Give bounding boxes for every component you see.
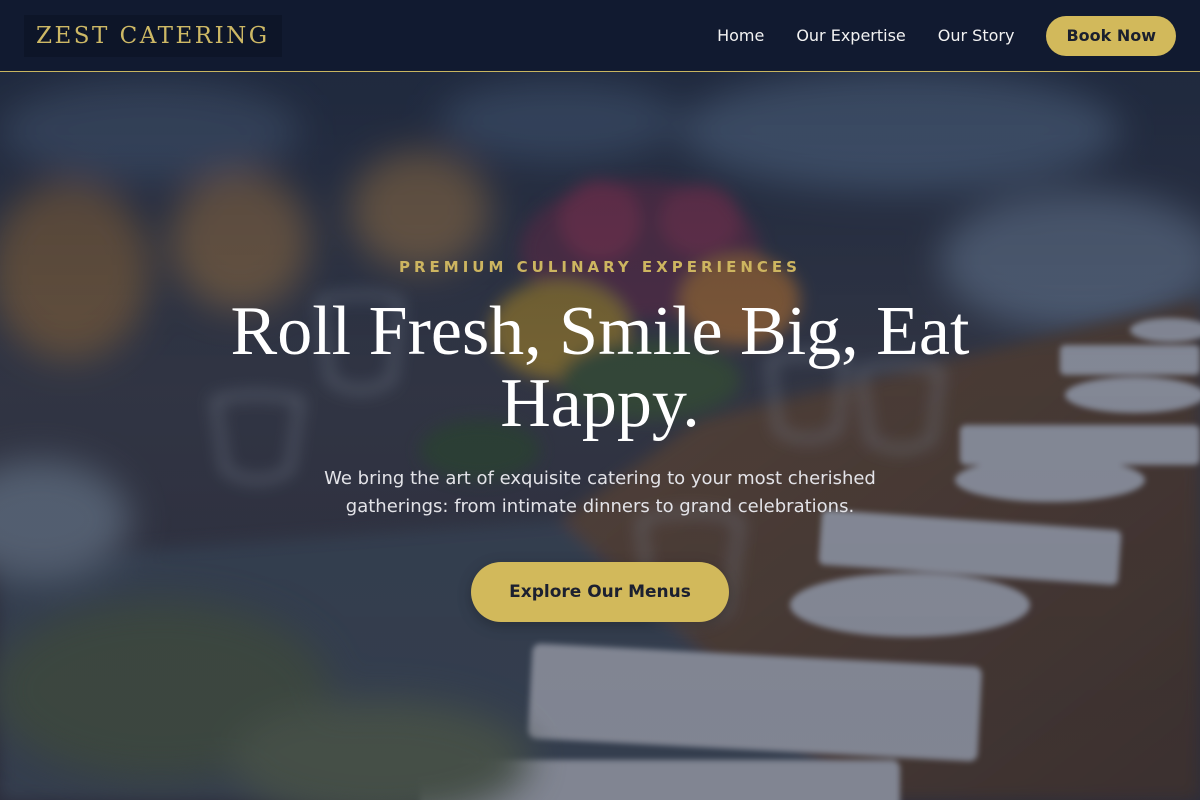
explore-menus-button[interactable]: Explore Our Menus xyxy=(471,562,729,622)
nav-link-home[interactable]: Home xyxy=(717,26,764,45)
nav-link-our-story[interactable]: Our Story xyxy=(938,26,1015,45)
top-navbar: ZEST CATERING Home Our Expertise Our Sto… xyxy=(0,0,1200,72)
hero-headline: Roll Fresh, Smile Big, Eat Happy. xyxy=(230,293,970,442)
nav-link-our-expertise[interactable]: Our Expertise xyxy=(796,26,905,45)
hero-subtext: We bring the art of exquisite catering t… xyxy=(324,468,876,517)
brand-logo[interactable]: ZEST CATERING xyxy=(24,14,282,57)
nav-menu: Home Our Expertise Our Story Book Now xyxy=(717,15,1176,56)
book-now-button[interactable]: Book Now xyxy=(1046,15,1176,56)
hero-eyebrow: PREMIUM CULINARY EXPERIENCES xyxy=(399,258,801,276)
hero-section: PREMIUM CULINARY EXPERIENCES Roll Fresh,… xyxy=(0,0,1200,800)
landing-page: ZEST CATERING Home Our Expertise Our Sto… xyxy=(0,0,1200,800)
